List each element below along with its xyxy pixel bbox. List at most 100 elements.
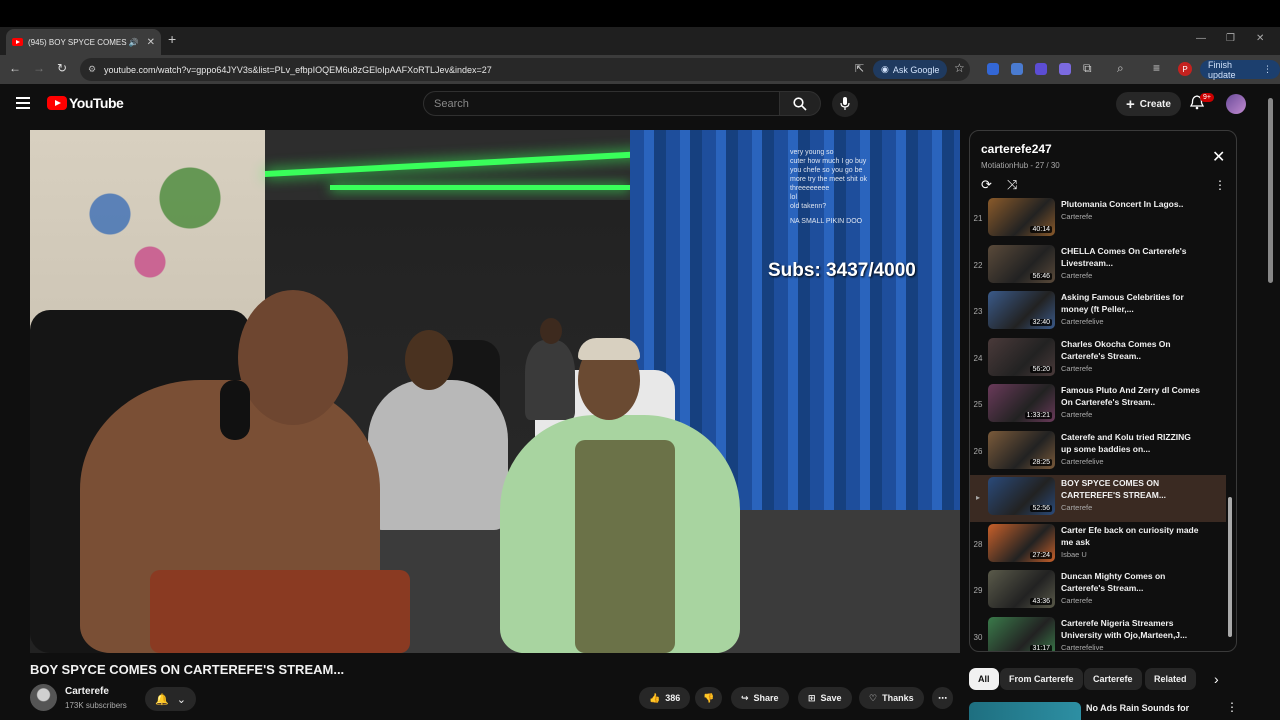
playlist-item[interactable]: 25 1:33:21 Famous Pluto And Zerry dl Comes… (970, 382, 1226, 429)
playlist-item-title[interactable]: Carter Efe back on curiosity made me ask (1061, 524, 1201, 548)
video-player[interactable]: very young so cuter how much I go buy yo… (30, 130, 960, 653)
playlist-item[interactable]: 28 27:24 Carter Efe back on curiosity made… (970, 522, 1226, 569)
playlist-item-thumbnail[interactable]: 31:17 (988, 616, 1055, 651)
playlist-item-duration: 56:20 (1030, 365, 1052, 373)
browser-tab[interactable]: (945) BOY SPYCE COMES O 🔊 ✕ (6, 29, 161, 55)
like-button[interactable]: 👍 386 (639, 687, 691, 709)
playlist-item-thumbnail[interactable]: 52:56 (988, 477, 1055, 515)
playlist-item-thumbnail[interactable]: 56:46 (988, 244, 1055, 283)
tab-search-icon[interactable]: ⌕ (1117, 61, 1124, 76)
search-button[interactable] (779, 91, 821, 116)
playlist-subtitle: MotiationHub - 27 / 30 (981, 161, 1060, 170)
url-field[interactable]: ⚙ youtube.com/watch?v=gppo64JYV3s&list=P… (80, 58, 970, 81)
ask-google-button[interactable]: ◉ Ask Google (873, 60, 948, 79)
speaker-icon[interactable]: 🔊 (129, 38, 139, 47)
shuffle-icon[interactable]: ⤨ (1007, 177, 1017, 193)
playlist-item-index: 23 (973, 307, 983, 316)
playlist-item[interactable]: 23 32:40 Asking Famous Celebrities for mon… (970, 289, 1226, 336)
close-playlist-icon[interactable]: ✕ (1212, 147, 1225, 167)
extension-shield-icon[interactable] (1035, 63, 1047, 75)
channel-avatar[interactable] (30, 684, 57, 711)
microphone-icon (840, 97, 850, 110)
playlist-item-thumbnail[interactable]: 27:24 (988, 523, 1055, 562)
playlist-item-thumbnail[interactable]: 40:14 (988, 198, 1055, 236)
new-tab-icon[interactable]: + (168, 31, 176, 47)
restore-icon[interactable]: ❐ (1226, 33, 1235, 44)
menu-icon[interactable] (16, 97, 30, 109)
account-avatar[interactable] (1226, 94, 1246, 114)
playlist-item-title[interactable]: BOY SPYCE COMES ON CARTEREFE'S STREAM... (1061, 477, 1201, 501)
playlist-item[interactable]: ▸ 52:56 BOY SPYCE COMES ON CARTEREFE'S STR… (970, 475, 1226, 522)
chip-related[interactable]: Related (1145, 668, 1196, 690)
playlist-item[interactable]: 22 56:46 CHELLA Comes On Carterefe's Lives… (970, 243, 1226, 290)
playlist-item-title[interactable]: Carterefe Nigeria Streamers University w… (1061, 617, 1201, 641)
reload-icon[interactable]: ↻ (57, 61, 67, 75)
playlist-more-icon[interactable]: ⋮ (1214, 178, 1226, 192)
playlist-title[interactable]: carterefe247 (981, 142, 1052, 156)
loop-icon[interactable]: ⟳ (981, 177, 992, 193)
playlist-item[interactable]: 30 31:17 Carterefe Nigeria Streamers Unive… (970, 615, 1226, 651)
playlist-item-title[interactable]: Famous Pluto And Zerry dl Comes On Carte… (1061, 384, 1201, 408)
youtube-logo[interactable]: YouTube (47, 95, 124, 111)
back-icon[interactable]: ← (9, 61, 21, 75)
next-video-more-icon[interactable]: ⋮ (1226, 700, 1238, 714)
playlist-item[interactable]: 21 40:14 Plutomania Concert In Lagos.. Cart… (970, 196, 1226, 243)
site-info-icon[interactable]: ⚙ (88, 64, 96, 75)
playlist-item[interactable]: 29 43:36 Duncan Mighty Comes on Carterefe'… (970, 568, 1226, 615)
playlist-scrollbar[interactable] (1228, 197, 1232, 647)
forward-icon[interactable]: → (33, 61, 45, 75)
finish-update-button[interactable]: Finish update ⋮ (1200, 60, 1280, 80)
video-scene-person-head (238, 290, 348, 425)
page-scrollbar[interactable] (1268, 98, 1273, 283)
more-horiz-icon: ⋯ (938, 692, 947, 703)
bookmark-star-icon[interactable]: ☆ (954, 61, 965, 75)
extension-cloud-icon[interactable] (1059, 63, 1071, 75)
playlist-item[interactable]: 26 28:25 Caterefe and Kolu tried RIZZING u… (970, 429, 1226, 476)
search-icon (793, 96, 807, 111)
notification-count-badge: 9+ (1200, 93, 1214, 102)
chip-from-carterefe[interactable]: From Carterefe (1000, 668, 1083, 690)
minimize-icon[interactable]: — (1196, 33, 1206, 44)
more-vert-icon: ⋮ (1263, 64, 1272, 74)
playlist-item[interactable]: 24 56:20 Charles Okocha Comes On Carterefe… (970, 336, 1226, 383)
playlist-item-thumbnail[interactable]: 56:20 (988, 337, 1055, 376)
playlist-item-thumbnail[interactable]: 28:25 (988, 430, 1055, 469)
playlist-item-thumbnail[interactable]: 1:33:21 (988, 384, 1055, 422)
share-label: Share (753, 693, 779, 703)
channel-name[interactable]: Carterefe (65, 686, 109, 697)
next-video-thumbnail[interactable] (969, 702, 1081, 720)
save-label: Save (820, 693, 842, 703)
playlist-item-title[interactable]: Caterefe and Kolu tried RIZZING up some … (1061, 431, 1201, 455)
playlist-item-title[interactable]: Plutomania Concert In Lagos.. (1061, 198, 1201, 210)
chevron-right-icon[interactable]: › (1214, 671, 1219, 687)
playlist-item-title[interactable]: Asking Famous Celebrities for money (ft … (1061, 291, 1201, 315)
playlist-item-thumbnail[interactable]: 32:40 (988, 291, 1055, 329)
playlist-item-channel: Carterefe (1061, 270, 1093, 280)
dislike-button[interactable]: 👎 (695, 687, 723, 709)
share-button[interactable]: ↪ Share (731, 687, 789, 709)
playlist-item-title[interactable]: CHELLA Comes On Carterefe's Livestream..… (1061, 245, 1201, 269)
search-input[interactable]: Search (423, 91, 780, 116)
playlist-item-title[interactable]: Duncan Mighty Comes on Carterefe's Strea… (1061, 570, 1201, 594)
create-button[interactable]: + Create (1116, 92, 1181, 116)
browser-profile-avatar[interactable]: P (1178, 62, 1192, 76)
reading-list-icon[interactable]: ≡ (1153, 61, 1160, 75)
chip-all[interactable]: All (969, 668, 999, 690)
save-button[interactable]: ⊞ Save (798, 687, 852, 709)
voice-search-button[interactable] (832, 91, 858, 117)
thanks-button[interactable]: ♡ Thanks (859, 687, 924, 709)
next-video-title[interactable]: No Ads Rain Sounds for (1086, 703, 1189, 713)
playlist-item-title[interactable]: Charles Okocha Comes On Carterefe's Stre… (1061, 338, 1201, 362)
chip-carterefe[interactable]: Carterefe (1084, 668, 1142, 690)
playlist-scrollbar-thumb[interactable] (1228, 497, 1232, 637)
extension-translate-icon[interactable] (1011, 63, 1023, 75)
close-tab-icon[interactable]: ✕ (147, 37, 155, 48)
close-window-icon[interactable]: ✕ (1256, 33, 1264, 44)
extensions-puzzle-icon[interactable]: ⧉ (1083, 61, 1092, 76)
playlist-item-thumbnail[interactable]: 43:36 (988, 570, 1055, 608)
subscribed-bell-button[interactable]: 🔔 ⌄ (145, 687, 196, 711)
playlist-panel: carterefe247 MotiationHub - 27 / 30 ✕ ⟳ … (969, 130, 1237, 652)
extension-n-icon[interactable] (987, 63, 999, 75)
cast-icon[interactable]: ⇱ (855, 62, 864, 75)
more-actions-button[interactable]: ⋯ (932, 687, 953, 709)
